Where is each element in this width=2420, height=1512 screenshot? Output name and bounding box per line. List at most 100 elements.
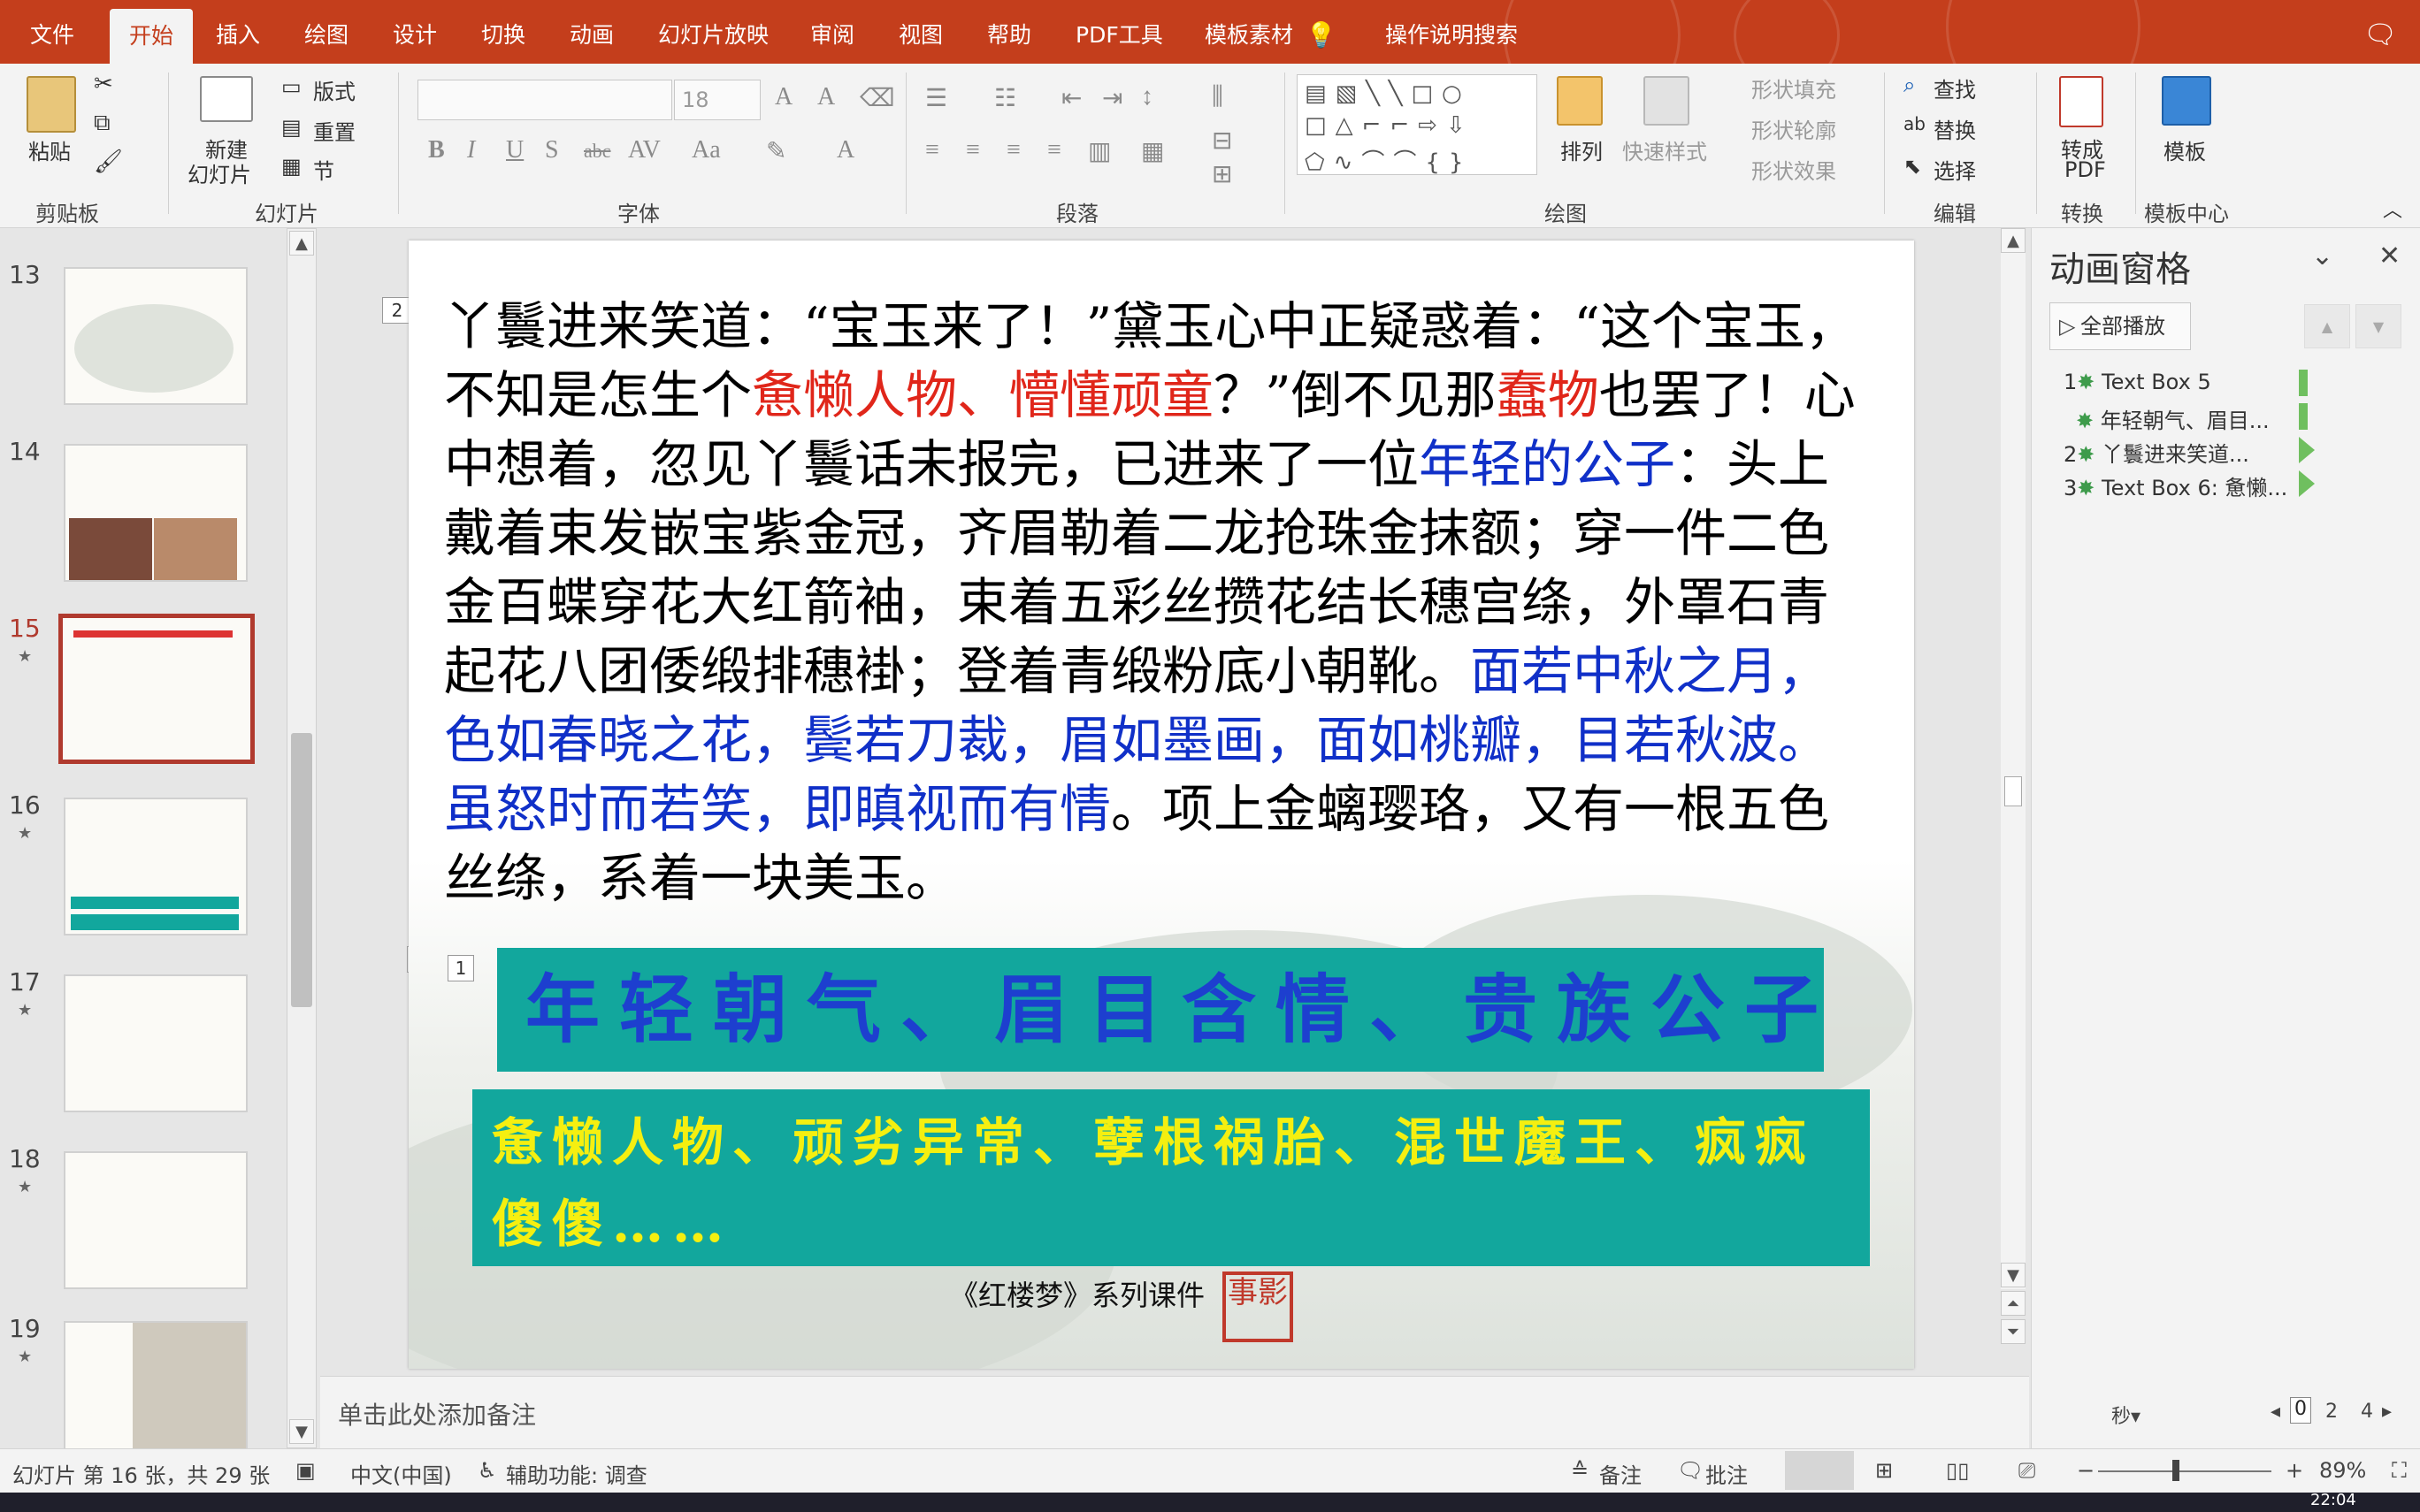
shape-effects-button[interactable]: 形状效果 <box>1751 154 1836 185</box>
bullets-icon[interactable]: ☰ <box>925 83 947 113</box>
scroll-thumb[interactable] <box>2004 776 2022 806</box>
font-name-combo[interactable] <box>417 80 672 120</box>
select-button[interactable]: 选择 <box>1934 154 1976 185</box>
slide-thumbnail-18[interactable] <box>64 1151 248 1289</box>
comment-icon[interactable]: 🗨 <box>2363 0 2397 64</box>
slide-thumbnail-19[interactable] <box>64 1321 248 1450</box>
bold-icon[interactable]: B <box>428 136 445 164</box>
slide-canvas[interactable]: 丫鬟进来笑道：“宝玉来了！”黛玉心中正疑惑着：“这个宝玉，不知是怎生个惫懒人物、… <box>409 241 1914 1369</box>
tab-draw[interactable]: 绘图 <box>304 0 348 64</box>
paste-icon[interactable] <box>27 76 76 133</box>
strikethrough-icon[interactable]: abc <box>584 140 611 163</box>
arrange-icon[interactable] <box>1557 76 1603 126</box>
language-indicator[interactable]: 中文(中国) <box>350 1458 452 1489</box>
format-painter-icon[interactable]: 🖌 <box>94 149 123 175</box>
copy-icon[interactable]: ⧉ <box>94 110 111 137</box>
close-icon[interactable]: ✕ <box>2378 241 2401 271</box>
shape-outline-button[interactable]: 形状轮廓 <box>1751 113 1836 144</box>
slide-thumbnail-14[interactable] <box>64 444 248 582</box>
slideshow-icon[interactable]: ⎚ <box>2018 1458 2035 1483</box>
tab-help[interactable]: 帮助 <box>987 0 1031 64</box>
grow-font-icon[interactable]: A <box>775 83 793 111</box>
section-button[interactable]: 节 <box>313 154 334 185</box>
spellcheck-icon[interactable]: ▣ <box>295 1458 316 1483</box>
decrease-indent-icon[interactable]: ⇤ <box>1061 83 1082 113</box>
zoom-in-icon[interactable]: + <box>2286 1458 2303 1483</box>
clear-format-icon[interactable]: ⌫ <box>860 83 895 113</box>
shapes-gallery[interactable]: ▤▧╲╲□○ □△⌐⌐⇨⇩ ⬠∿⌒⌒{} <box>1297 74 1537 176</box>
replace-icon[interactable]: ab <box>1903 113 1926 134</box>
italic-icon[interactable]: I <box>467 136 475 164</box>
distributed-icon[interactable]: ▥ <box>1088 136 1111 166</box>
timeline-next-icon[interactable]: ▸ <box>2382 1401 2392 1423</box>
zoom-level[interactable]: 89% <box>2319 1458 2366 1483</box>
shadow-icon[interactable]: S <box>545 136 559 164</box>
quick-styles-icon[interactable] <box>1643 76 1689 126</box>
chevron-down-icon[interactable]: ⌄ <box>2311 241 2333 271</box>
find-icon[interactable]: ⌕ <box>1903 73 1915 97</box>
notes-toggle[interactable]: 备注 <box>1599 1458 1642 1489</box>
change-case-icon[interactable]: Aa <box>692 136 721 164</box>
char-spacing-icon[interactable]: AV <box>628 136 661 164</box>
font-color-icon[interactable]: A <box>837 136 854 164</box>
justify-icon[interactable]: ≡ <box>1047 136 1061 164</box>
quick-styles-button[interactable]: 快速样式 <box>1622 134 1707 165</box>
section-icon[interactable]: ▦ <box>281 154 302 179</box>
tell-me-search[interactable]: 操作说明搜索 <box>1385 0 1518 64</box>
smartart-icon[interactable]: ⊞ <box>1212 159 1232 189</box>
slide-thumbnail-17[interactable] <box>64 974 248 1112</box>
underline-icon[interactable]: U <box>506 136 524 164</box>
new-slide-button-line2[interactable]: 幻灯片 <box>188 157 251 188</box>
select-icon[interactable]: ⬉ <box>1903 154 1921 179</box>
tab-file[interactable]: 文件 <box>30 0 74 64</box>
collapse-ribbon-icon[interactable]: ︿ <box>2383 195 2402 223</box>
thumbnail-scrollbar[interactable]: ▲ ▼ <box>287 228 317 1448</box>
highlight-icon[interactable]: ✎ <box>766 136 786 166</box>
paste-button[interactable]: 粘贴 <box>28 134 71 165</box>
tab-template-assets[interactable]: 模板素材 <box>1205 0 1293 64</box>
line-spacing-icon[interactable]: ↕ <box>1141 83 1153 111</box>
layout-icon[interactable]: ▭ <box>281 74 302 99</box>
convert-pdf-button-line2[interactable]: PDF <box>2064 157 2106 182</box>
tab-design[interactable]: 设计 <box>393 0 437 64</box>
slide-thumbnail-15[interactable] <box>58 614 255 764</box>
play-all-button[interactable]: ▷ 全部播放 <box>2049 302 2191 350</box>
tab-view[interactable]: 视图 <box>899 0 943 64</box>
find-button[interactable]: 查找 <box>1934 73 1976 103</box>
next-slide-icon[interactable]: ⏷ <box>2001 1319 2026 1344</box>
align-text-icon[interactable]: ⊟ <box>1212 126 1232 156</box>
reading-view-icon[interactable]: ▯▯ <box>1946 1458 1969 1483</box>
convert-pdf-icon[interactable] <box>2059 76 2103 127</box>
scroll-up-icon[interactable]: ▲ <box>2001 228 2026 253</box>
tab-home[interactable]: 开始 <box>110 9 194 64</box>
layout-button[interactable]: 版式 <box>313 74 356 105</box>
text-box-summary-teal[interactable]: 年轻朝气、眉目含情、贵族公子 <box>497 948 1824 1072</box>
tab-insert[interactable]: 插入 <box>216 0 260 64</box>
normal-view-icon[interactable] <box>1785 1451 1854 1490</box>
scroll-up-icon[interactable]: ▲ <box>289 231 314 256</box>
comments-toggle[interactable]: 批注 <box>1705 1458 1748 1489</box>
tab-slideshow[interactable]: 幻灯片放映 <box>658 0 769 64</box>
reset-button[interactable]: 重置 <box>313 115 356 146</box>
move-up-icon[interactable]: ▲ <box>2304 304 2350 348</box>
slide-scrollbar[interactable]: ▲ ▼ <box>2001 228 2026 1289</box>
animation-item[interactable]: ✸ 年轻朝气、眉目... <box>2064 403 2270 434</box>
reset-icon[interactable]: ▤ <box>281 115 302 140</box>
notes-placeholder[interactable]: 单击此处添加备注 <box>338 1396 536 1432</box>
cut-icon[interactable]: ✂ <box>94 71 113 97</box>
replace-button[interactable]: 替换 <box>1934 113 1976 144</box>
notes-pane[interactable]: 单击此处添加备注 <box>320 1376 2029 1448</box>
slide-body-text[interactable]: 丫鬟进来笑道：“宝玉来了！”黛玉心中正疑惑着：“这个宝玉，不知是怎生个惫懒人物、… <box>444 292 1859 913</box>
animation-item[interactable]: 2✸ 丫鬟进来笑道... <box>2064 437 2249 468</box>
animation-item[interactable]: 3✸ Text Box 6: 惫懒... <box>2064 470 2287 501</box>
text-box-traits-teal[interactable]: 惫懒人物、顽劣异常、孽根祸胎、混世魔王、疯疯傻傻…… <box>472 1089 1870 1266</box>
template-button[interactable]: 模板 <box>2163 134 2206 165</box>
fit-to-window-icon[interactable]: ⛶ <box>2392 1458 2407 1483</box>
tab-transitions[interactable]: 切换 <box>481 0 525 64</box>
scroll-down-icon[interactable]: ▼ <box>289 1419 314 1444</box>
timeline-marker-0[interactable]: 0 <box>2290 1397 2311 1424</box>
slide-sorter-icon[interactable]: ⊞ <box>1875 1458 1893 1483</box>
zoom-slider-thumb[interactable] <box>2172 1460 2179 1481</box>
text-direction-icon[interactable]: ⫼ <box>1212 83 1223 111</box>
new-slide-icon[interactable] <box>200 76 253 122</box>
